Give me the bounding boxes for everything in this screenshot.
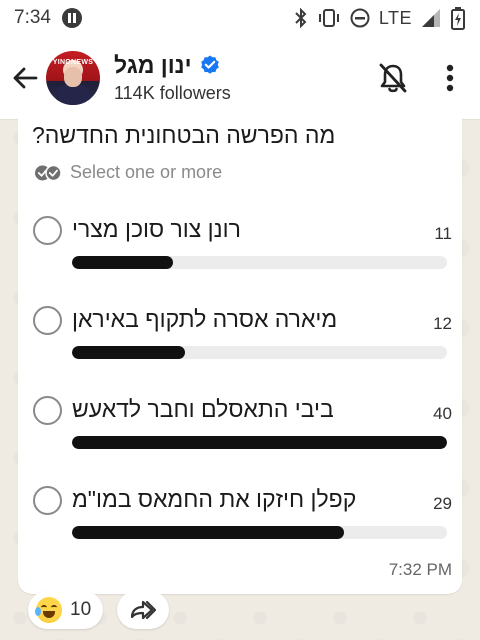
signal-icon — [422, 9, 440, 27]
reaction-count: 10 — [70, 599, 92, 620]
option-vote-count: 40 — [433, 404, 452, 423]
option-progress-fill — [72, 256, 174, 269]
forward-button[interactable] — [117, 591, 170, 629]
back-arrow-icon[interactable] — [12, 65, 38, 91]
option-progress-track — [72, 526, 447, 539]
option-radio[interactable] — [33, 216, 62, 245]
reaction-button[interactable]: 10 — [28, 591, 104, 629]
forward-icon — [131, 600, 157, 620]
do-not-disturb-icon — [350, 8, 370, 28]
channel-avatar[interactable]: YINONEWS — [46, 50, 100, 105]
poll-option[interactable]: מיארה אסרה לתקוף באיראן 12 — [32, 306, 452, 386]
followers-count: 114K followers — [114, 82, 231, 103]
avatar-head — [64, 66, 82, 87]
poll-message: מה הפרשה הבטחונית החדשה? Select one or m… — [18, 116, 462, 594]
app-notification-icon — [61, 8, 82, 28]
option-label: מיארה אסרה לתקוף באיראן — [72, 306, 338, 332]
option-progress-track — [72, 346, 447, 359]
status-bar: 7:34 LTE — [0, 0, 480, 36]
channel-info[interactable]: ינון מגל 114K followers — [114, 52, 378, 104]
more-vertical-icon[interactable] — [446, 64, 454, 92]
option-progress-fill — [72, 346, 185, 359]
option-radio[interactable] — [33, 306, 62, 335]
avatar-brand-text: YINONEWS — [52, 58, 94, 66]
option-label: ביבי התאסלם וחבר לדאעש — [72, 396, 334, 422]
option-label: קפלן חיזקו את החמאס במו"מ — [72, 486, 357, 512]
option-vote-count: 29 — [433, 494, 452, 513]
verified-badge-icon — [200, 55, 219, 74]
option-label: רונן צור סוכן מצרי — [72, 216, 241, 242]
bluetooth-icon — [295, 7, 307, 29]
status-time: 7:34 — [14, 7, 51, 28]
option-vote-count: 11 — [434, 224, 452, 243]
avatar-body — [56, 84, 90, 105]
reactions-row: 10 — [28, 591, 170, 629]
network-type: LTE — [378, 7, 412, 28]
bell-off-icon[interactable] — [378, 62, 408, 94]
channel-name: ינון מגל — [114, 51, 192, 78]
channel-name-row: ינון מגל — [114, 52, 378, 79]
option-progress-track — [72, 436, 447, 449]
message-timestamp: 7:32 PM — [388, 560, 452, 579]
double-check-icon — [35, 164, 62, 181]
channel-header: YINONEWS ינון מגל 114K followers — [0, 36, 480, 120]
poll-question: מה הפרשה הבטחונית החדשה? — [32, 122, 336, 148]
vibrate-icon — [318, 9, 339, 27]
option-progress-fill — [72, 436, 447, 449]
laughing-emoji-icon — [35, 597, 62, 623]
option-vote-count: 12 — [433, 314, 452, 333]
select-hint: Select one or more — [34, 162, 222, 183]
poll-option[interactable]: רונן צור סוכן מצרי 11 — [32, 216, 452, 296]
select-hint-text: Select one or more — [70, 162, 223, 182]
option-radio[interactable] — [33, 396, 62, 425]
option-progress-track — [72, 256, 447, 269]
battery-icon — [451, 7, 465, 30]
option-radio[interactable] — [33, 486, 62, 515]
poll-option[interactable]: קפלן חיזקו את החמאס במו"מ 29 — [32, 486, 452, 566]
option-progress-fill — [72, 526, 344, 539]
poll-option[interactable]: ביבי התאסלם וחבר לדאעש 40 — [32, 396, 452, 476]
